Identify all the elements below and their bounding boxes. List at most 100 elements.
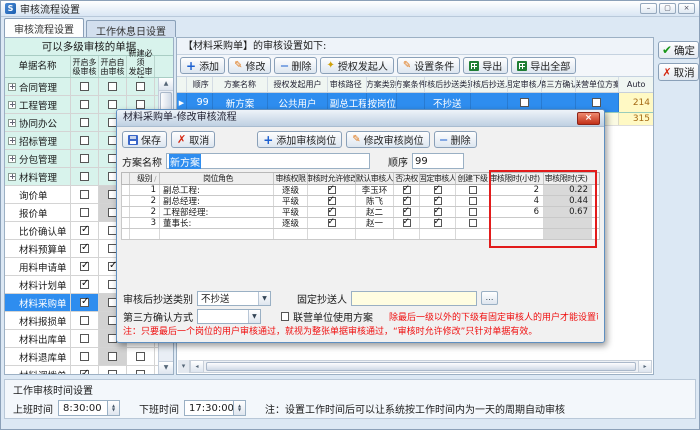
col-order[interactable]: 顺序 bbox=[187, 77, 213, 92]
close-button[interactable] bbox=[678, 3, 695, 14]
scroll-left-icon[interactable] bbox=[191, 361, 204, 372]
third-party-select[interactable] bbox=[197, 309, 261, 324]
scroll-up-icon[interactable] bbox=[159, 78, 173, 91]
allow-modify-checkbox[interactable] bbox=[308, 218, 356, 228]
multi-audit-checkbox[interactable] bbox=[71, 312, 99, 329]
col-auth-user[interactable]: 授权发起用户 bbox=[268, 77, 327, 92]
add-position-button[interactable]: 添加审核岗位 bbox=[257, 131, 342, 148]
fixed-auditor-checkbox[interactable] bbox=[420, 196, 456, 206]
ok-button[interactable]: 确定 bbox=[658, 41, 699, 59]
col-joint-plan[interactable]: 联营单位方案 bbox=[576, 77, 620, 92]
veto-checkbox[interactable] bbox=[394, 185, 420, 195]
allow-modify-checkbox[interactable] bbox=[308, 185, 356, 195]
col-cc-person[interactable]: 审核后抄送人 bbox=[471, 77, 509, 92]
col-limit-days[interactable]: 审核限时(天) bbox=[544, 173, 592, 184]
multi-audit-checkbox[interactable] bbox=[71, 78, 99, 95]
col-create-sub[interactable]: 创建下级 bbox=[456, 173, 490, 184]
cell-limit-hours[interactable]: 4 bbox=[490, 196, 544, 206]
expand-icon[interactable] bbox=[8, 173, 16, 181]
create-sub-checkbox[interactable] bbox=[456, 218, 490, 228]
fixed-auditor-checkbox[interactable] bbox=[420, 207, 456, 217]
list-item[interactable]: 材料退库单 bbox=[5, 348, 158, 366]
col-plan-type[interactable]: 方案类别 bbox=[367, 77, 397, 92]
save-button[interactable]: 保存 bbox=[122, 131, 167, 148]
multi-audit-checkbox[interactable] bbox=[71, 348, 99, 365]
multi-audit-checkbox[interactable] bbox=[71, 330, 99, 347]
free-audit-checkbox[interactable] bbox=[99, 78, 127, 95]
dialog-close-button[interactable] bbox=[577, 112, 600, 125]
veto-checkbox[interactable] bbox=[394, 196, 420, 206]
must-initiate-checkbox[interactable] bbox=[127, 366, 155, 374]
dialog-delete-button[interactable]: 删除 bbox=[434, 131, 477, 148]
create-sub-checkbox[interactable] bbox=[456, 196, 490, 206]
col-fixed-auditor[interactable]: 固定审核人 bbox=[508, 77, 542, 92]
expand-icon[interactable] bbox=[8, 83, 16, 91]
veto-checkbox[interactable] bbox=[394, 207, 420, 217]
multi-audit-checkbox[interactable] bbox=[71, 294, 99, 311]
scrollbar-thumb[interactable] bbox=[206, 362, 636, 371]
col-fixed-auditor[interactable]: 固定审核人 bbox=[420, 173, 456, 184]
horizontal-scrollbar[interactable] bbox=[190, 360, 652, 373]
export-button[interactable]: 导出 bbox=[463, 57, 508, 74]
end-time-field[interactable]: 17:30:00 bbox=[184, 400, 246, 416]
multi-audit-checkbox[interactable] bbox=[71, 132, 99, 149]
person-picker-button[interactable] bbox=[481, 291, 498, 305]
multi-audit-checkbox[interactable] bbox=[71, 258, 99, 275]
cell-limit-hours[interactable]: 2 bbox=[490, 185, 544, 195]
expand-icon[interactable] bbox=[8, 101, 16, 109]
list-item[interactable]: 合同管理 bbox=[5, 78, 158, 96]
modify-position-button[interactable]: 修改审核岗位 bbox=[346, 131, 429, 148]
multi-audit-checkbox[interactable] bbox=[71, 150, 99, 167]
multi-audit-checkbox[interactable] bbox=[71, 114, 99, 131]
col-cc-type[interactable]: 审核后抄送类别 bbox=[425, 77, 471, 92]
list-item[interactable]: 材料调拨单 bbox=[5, 366, 158, 374]
authorize-initiator-button[interactable]: 授权发起人 bbox=[320, 57, 393, 74]
veto-checkbox[interactable] bbox=[394, 218, 420, 228]
position-row[interactable]: 3 董事长: 逐级 赵一 bbox=[121, 218, 600, 229]
modify-button[interactable]: 修改 bbox=[228, 57, 271, 74]
col-third-party[interactable]: 第三方确认 bbox=[542, 77, 576, 92]
col-audit-path[interactable]: 审核路径 bbox=[328, 77, 368, 92]
must-initiate-checkbox[interactable] bbox=[127, 78, 155, 95]
multi-audit-checkbox[interactable] bbox=[71, 168, 99, 185]
position-row[interactable]: 1 副总工程: 逐级 李玉环 2 0.22 bbox=[121, 185, 600, 196]
start-time-field[interactable]: 8:30:00 bbox=[58, 400, 120, 416]
expand-icon[interactable] bbox=[8, 155, 16, 163]
multi-audit-checkbox[interactable] bbox=[71, 204, 99, 221]
multi-audit-checkbox[interactable] bbox=[71, 276, 99, 293]
allow-modify-checkbox[interactable] bbox=[308, 207, 356, 217]
multi-audit-checkbox[interactable] bbox=[71, 222, 99, 239]
plan-name-input[interactable]: 新方案 bbox=[166, 153, 370, 169]
time-spinner-icon[interactable] bbox=[107, 401, 119, 415]
position-row[interactable]: 2 工程部经理: 平级 赵二 6 0.67 bbox=[121, 207, 600, 218]
expand-icon[interactable] bbox=[8, 119, 16, 127]
must-initiate-checkbox[interactable] bbox=[127, 348, 155, 365]
cc-type-select[interactable]: 不抄送 bbox=[197, 291, 271, 306]
expand-icon[interactable] bbox=[8, 137, 16, 145]
allow-modify-checkbox[interactable] bbox=[308, 196, 356, 206]
tab-audit-flow[interactable]: 审核流程设置 bbox=[4, 18, 84, 37]
col-doc-name[interactable]: 单据名称 bbox=[5, 56, 71, 77]
col-auto[interactable]: Auto bbox=[619, 77, 653, 92]
joint-use-checkbox[interactable] bbox=[281, 312, 289, 321]
col-veto[interactable]: 否决权 bbox=[394, 173, 420, 184]
cancel-button[interactable]: 取消 bbox=[658, 63, 699, 81]
col-limit-hours[interactable]: 审核限时(小时) bbox=[490, 173, 544, 184]
scroll-right-icon[interactable] bbox=[638, 361, 651, 372]
set-condition-button[interactable]: 设置条件 bbox=[397, 57, 460, 74]
col-allow-modify[interactable]: 审核时允许修改 bbox=[308, 173, 356, 184]
maximize-button[interactable] bbox=[659, 3, 676, 14]
free-audit-checkbox[interactable] bbox=[99, 366, 127, 374]
minimize-button[interactable] bbox=[640, 3, 657, 14]
multi-audit-checkbox[interactable] bbox=[71, 186, 99, 203]
fixed-auditor-checkbox[interactable] bbox=[420, 218, 456, 228]
col-permission[interactable]: 审核权限 bbox=[274, 173, 308, 184]
export-all-button[interactable]: 导出全部 bbox=[511, 57, 576, 74]
fixed-auditor-checkbox[interactable] bbox=[420, 185, 456, 195]
tab-rest-days[interactable]: 工作休息日设置 bbox=[86, 20, 176, 37]
cell-limit-hours[interactable] bbox=[490, 218, 544, 228]
col-must-initiate[interactable]: 新建必须 发起审核 bbox=[127, 56, 155, 77]
scroll-corner-icon[interactable] bbox=[178, 360, 190, 373]
col-role[interactable]: 岗位角色 bbox=[160, 173, 274, 184]
free-audit-checkbox[interactable] bbox=[99, 348, 127, 365]
